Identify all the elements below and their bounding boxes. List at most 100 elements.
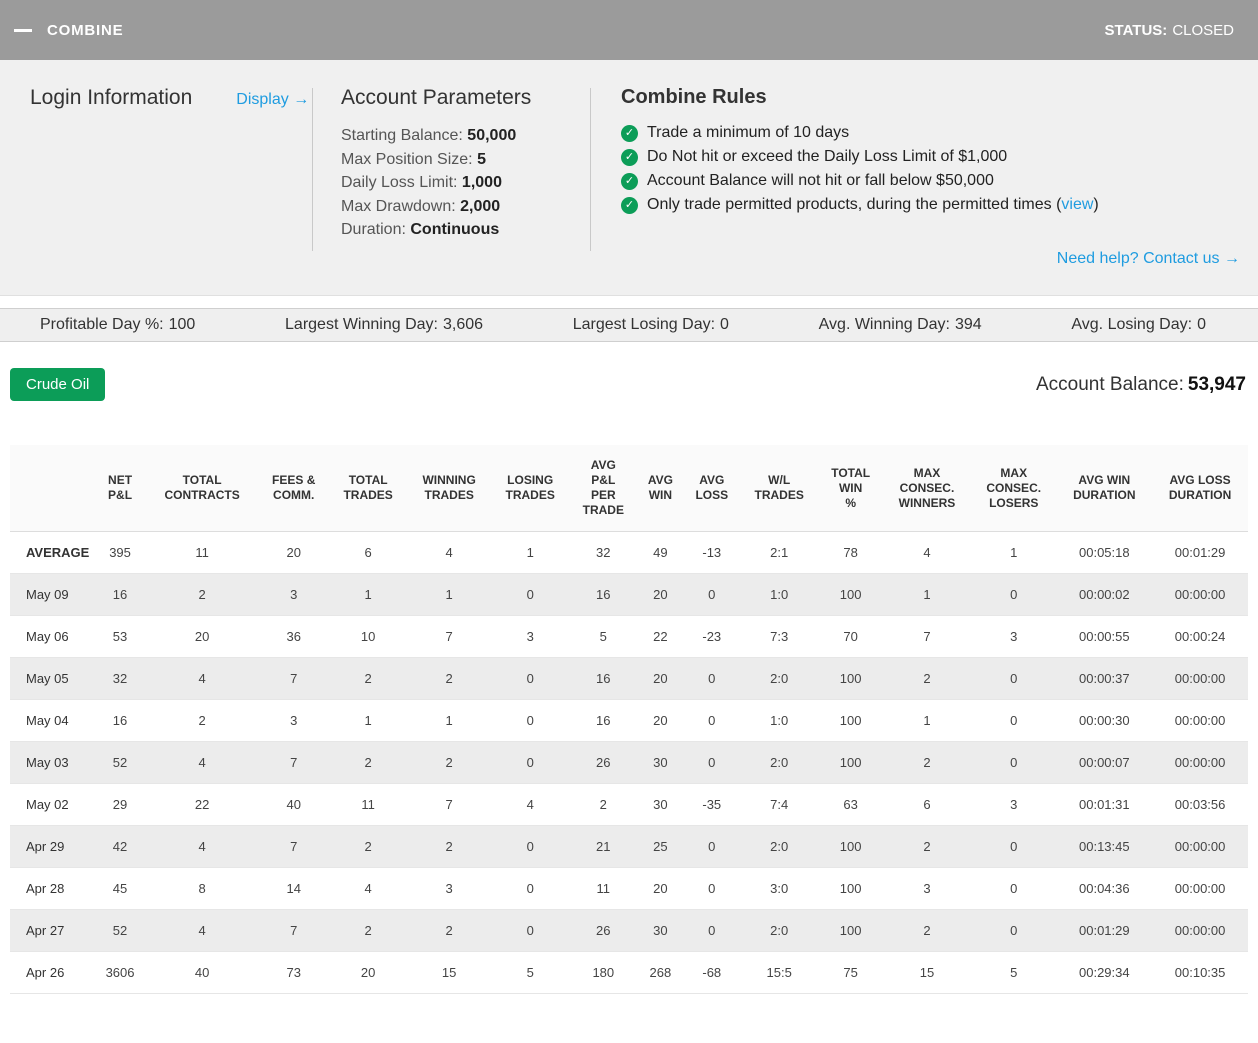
table-cell: 42	[94, 825, 146, 868]
table-cell: 16	[569, 657, 638, 700]
table-cell: 0	[971, 657, 1057, 700]
row-label: May 05	[10, 657, 95, 700]
rule-item: ✓ Only trade permitted products, during …	[621, 196, 1240, 214]
table-cell: 45	[94, 867, 146, 910]
table-cell: 3	[971, 615, 1057, 658]
daily-stats-bar: Profitable Day %: 100 Largest Winning Day…	[0, 308, 1258, 342]
table-cell: 1	[407, 573, 491, 616]
stat-avg-winning-day: Avg. Winning Day: 394	[818, 316, 982, 333]
table-cell: 100	[818, 573, 883, 616]
table-cell: 00:00:00	[1152, 825, 1248, 868]
table-cell: 4	[145, 657, 259, 700]
table-row: AVERAGE 395 11 20 6 4 1 32 49 -13 2:1 78 4 1 00:05:18 0…	[10, 531, 1248, 574]
table-cell: 15:5	[739, 951, 819, 994]
table-cell: 4	[145, 909, 259, 952]
table-cell: 00:01:29	[1152, 531, 1248, 574]
table-cell: 1:0	[739, 573, 819, 616]
table-cell: 00:00:37	[1056, 657, 1153, 700]
table-row: May 03 52 4 7 2 2 0 26 30 0 2:0 100 2 0 00:00:07 00:00:…	[10, 741, 1248, 784]
row-label: Apr 28	[10, 867, 95, 910]
table-cell: 7	[882, 615, 972, 658]
table-cell: 2	[569, 783, 638, 826]
table-cell: 2:1	[739, 531, 819, 574]
table-cell: 7	[258, 741, 329, 784]
column-header: FEES & COMM.	[258, 445, 329, 532]
table-cell: 2	[145, 699, 259, 742]
table-cell: 1:0	[739, 699, 819, 742]
table-cell: 20	[637, 867, 684, 910]
check-icon: ✓	[621, 124, 638, 142]
column-header: AVG WIN	[637, 445, 684, 532]
table-cell: 6	[882, 783, 972, 826]
table-cell: 4	[490, 783, 570, 826]
table-cell: 52	[94, 909, 146, 952]
table-cell: 100	[818, 909, 883, 952]
table-row: May 02 29 22 40 11 7 4 2 30 -35 7:4 63 6 3 00:01:31 00:…	[10, 783, 1248, 826]
account-balance-value: 53,947	[1187, 373, 1246, 395]
table-cell: 11	[145, 531, 259, 574]
parameter-max-drawdown: Max Drawdown: 2,000	[341, 197, 501, 215]
account-parameters-title: Account Parameters	[341, 86, 532, 109]
table-cell: 00:04:36	[1056, 867, 1153, 910]
stat-avg-losing-day: Avg. Losing Day: 0	[1071, 316, 1206, 333]
table-cell: 3	[258, 573, 329, 616]
table-cell: 3	[882, 867, 972, 910]
table-cell: 2	[407, 909, 491, 952]
parameter-max-position-size: Max Position Size: 5	[341, 150, 486, 168]
table-cell: 15	[882, 951, 972, 994]
table-cell: 0	[971, 573, 1057, 616]
table-cell: 0	[971, 699, 1057, 742]
account-balance-label: Account Balance:	[1036, 373, 1184, 395]
table-cell: 1	[882, 699, 972, 742]
table-cell: 2:0	[739, 741, 819, 784]
table-cell: 7	[258, 825, 329, 868]
table-cell: 32	[94, 657, 146, 700]
table-header-row: NET P&L TOTAL CONTRACTS FEES & COMM. TOT…	[10, 445, 1248, 532]
view-link[interactable]: view	[1061, 196, 1093, 213]
table-cell: 0	[971, 825, 1057, 868]
table-cell: 1	[490, 531, 570, 574]
row-label: May 09	[10, 573, 95, 616]
table-cell: -68	[683, 951, 740, 994]
table-cell: 2	[407, 741, 491, 784]
collapse-icon[interactable]	[14, 28, 32, 32]
table-cell: 36	[258, 615, 329, 658]
parameter-duration: Duration: Continuous	[341, 221, 500, 238]
table-cell: 2	[328, 825, 408, 868]
table-cell: 00:03:56	[1152, 783, 1248, 826]
table-cell: 00:00:00	[1152, 699, 1248, 742]
display-link[interactable]: Display →	[236, 91, 309, 109]
product-button[interactable]: Crude Oil	[10, 368, 106, 401]
table-cell: 0	[971, 909, 1057, 952]
table-cell: 00:29:34	[1056, 951, 1153, 994]
row-label: May 02	[10, 783, 95, 826]
stats-table: NET P&L TOTAL CONTRACTS FEES & COMM. TOT…	[10, 445, 1248, 994]
table-cell: 00:00:00	[1152, 657, 1248, 700]
table-cell: 2	[328, 909, 408, 952]
combine-rules-section: Combine Rules ✓ Trade a minimum of 10 day…	[591, 86, 1258, 273]
column-header: MAX CONSEC. WINNERS	[882, 445, 972, 532]
table-cell: 2	[328, 657, 408, 700]
table-cell: 2	[882, 909, 972, 952]
table-cell: 16	[94, 699, 146, 742]
table-cell: 0	[490, 699, 570, 742]
table-cell: 5	[569, 615, 638, 658]
table-cell: 16	[569, 573, 638, 616]
table-row: May 09 16 2 3 1 1 0 16 20 0 1:0 100 1 0 00:00:02 00:00:…	[10, 573, 1248, 616]
table-cell: 32	[569, 531, 638, 574]
table-cell: 4	[882, 531, 972, 574]
column-header: TOTAL TRADES	[328, 445, 408, 532]
row-label: Apr 26	[10, 951, 95, 994]
table-cell: 20	[258, 531, 329, 574]
table-cell: 3:0	[739, 867, 819, 910]
table-row: May 04 16 2 3 1 1 0 16 20 0 1:0 100 1 0 00:00:30 00:00:…	[10, 699, 1248, 742]
table-cell: 7	[407, 783, 491, 826]
table-cell: 3	[971, 783, 1057, 826]
table-cell: 00:00:02	[1056, 573, 1153, 616]
table-cell: 100	[818, 741, 883, 784]
table-cell: 0	[971, 867, 1057, 910]
table-cell: 2	[407, 825, 491, 868]
contact-us-link[interactable]: Need help? Contact us →	[1057, 250, 1240, 267]
row-label: Apr 29	[10, 825, 95, 868]
column-header: AVG P&L PER TRADE	[569, 445, 638, 532]
